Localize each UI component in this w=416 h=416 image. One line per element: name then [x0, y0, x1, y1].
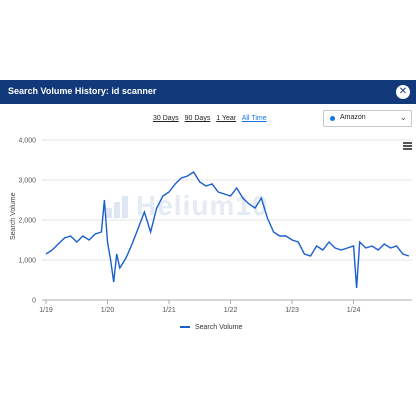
legend-swatch — [180, 326, 190, 329]
x-tick-label: 1/24 — [347, 307, 361, 314]
x-tick-label: 1/19 — [39, 307, 53, 314]
legend-label: Search Volume — [194, 324, 243, 331]
y-tick-label: 2,000 — [18, 218, 36, 225]
x-tick-label: 1/22 — [224, 307, 238, 314]
y-tick-label: 0 — [32, 298, 36, 305]
y-tick-label: 3,000 — [18, 178, 36, 185]
search-volume-dialog: Search Volume History: id scanner ✕ 30 D… — [0, 80, 416, 340]
x-tick-label: 1/21 — [162, 307, 176, 314]
x-tick-label: 1/23 — [285, 307, 299, 314]
y-tick-label: 4,000 — [18, 138, 36, 145]
series-line-search-volume — [45, 171, 410, 289]
x-tick-label: 1/20 — [101, 307, 115, 314]
search-volume-chart: 0 1,000 2,000 3,000 4,000 1/19 1/20 1/21 1/22 1/… — [18, 138, 412, 314]
chart-legend[interactable]: Search Volume — [180, 324, 242, 331]
y-tick-label: 1,000 — [18, 258, 36, 265]
